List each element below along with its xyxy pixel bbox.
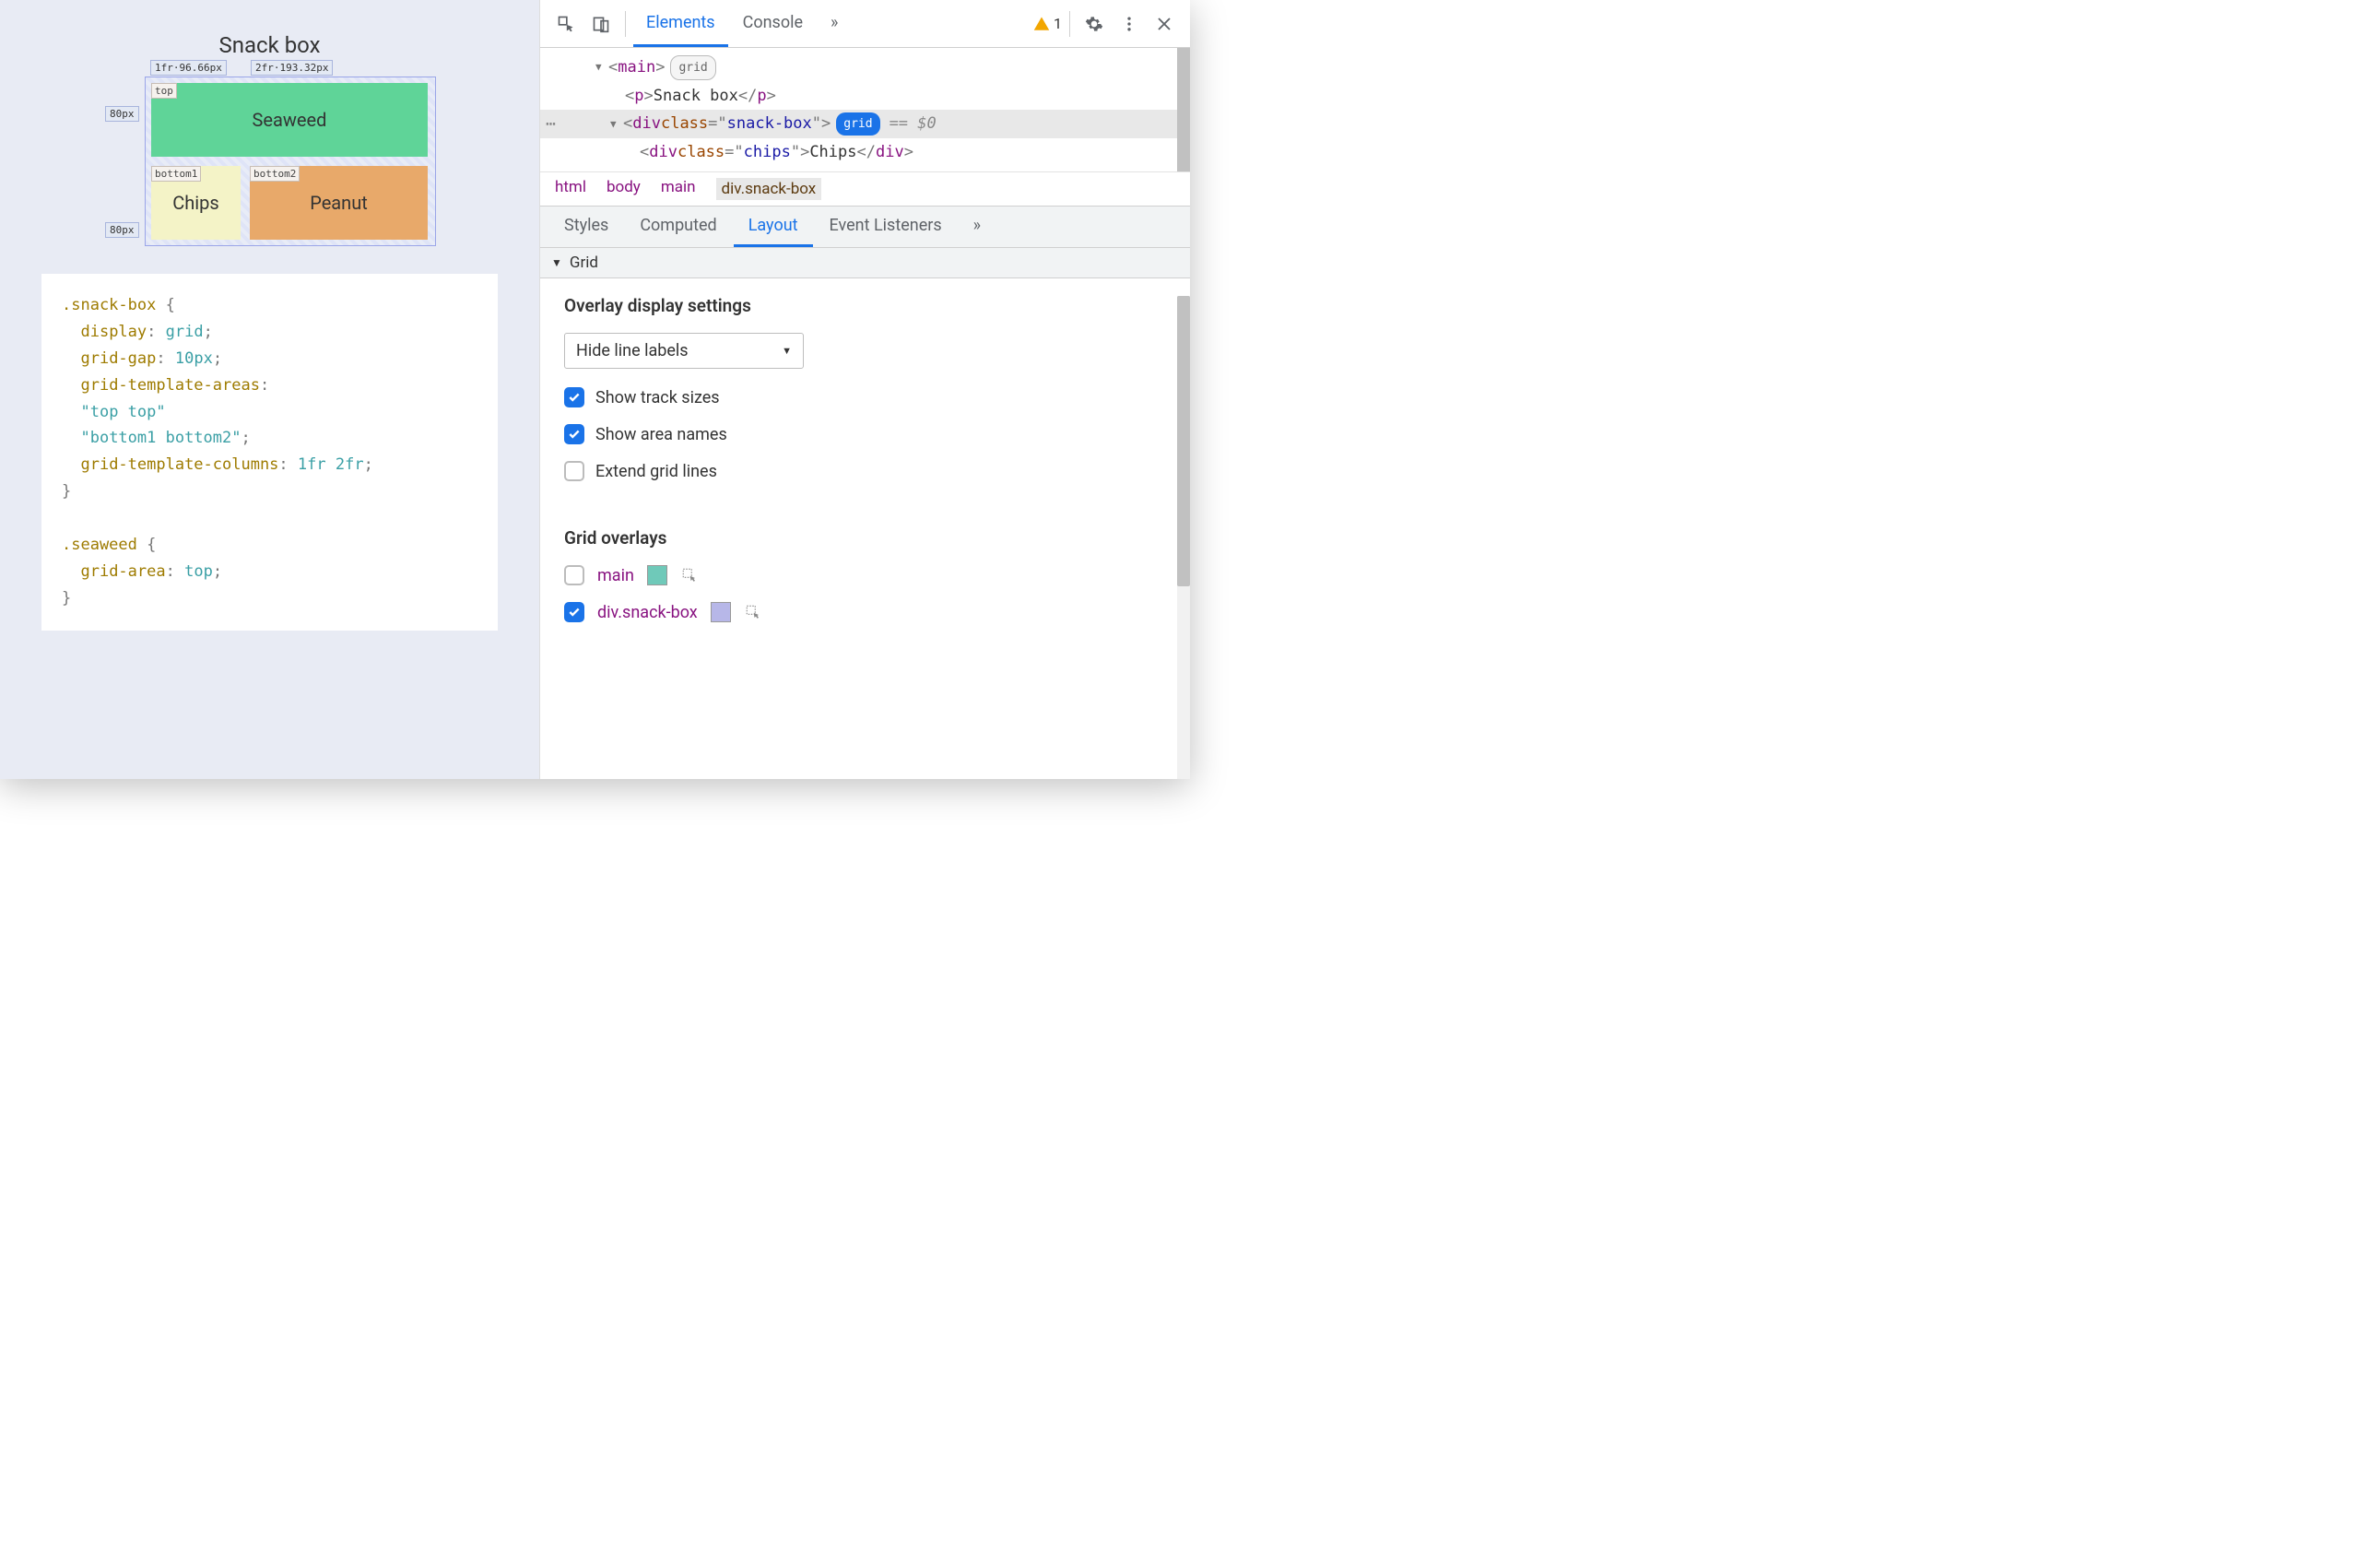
overlay-settings: Overlay display settings Hide line label… (540, 278, 1190, 514)
dom-node-main[interactable]: ▼<main> grid (540, 53, 1190, 82)
col-track-label-2: 2fr·193.32px (251, 60, 333, 76)
subtab-layout[interactable]: Layout (734, 207, 813, 247)
grid-badge[interactable]: grid (670, 55, 715, 80)
subtab-styles[interactable]: Styles (549, 207, 623, 247)
overlay-row-main: main (564, 565, 1166, 585)
highlight-element-icon[interactable] (680, 566, 699, 584)
layout-panel: ▼ Grid Overlay display settings Hide lin… (540, 248, 1190, 779)
grid-preview: Snack box 80px 80px 1fr·96.66px 2fr·193.… (41, 32, 498, 246)
option-track-sizes: Show track sizes (564, 387, 1166, 407)
snack-box-grid: top Seaweed bottom1 Chips bottom2 Peanut (145, 77, 436, 246)
css-code-block: .snack-box { display: grid; grid-gap: 10… (41, 274, 498, 631)
row-track-label-1: 80px (105, 106, 139, 122)
crumb-html[interactable]: html (555, 178, 586, 200)
dom-selected-suffix: == $0 (890, 110, 937, 138)
crumb-main[interactable]: main (661, 178, 696, 200)
col-track-label-1: 1fr·96.66px (150, 60, 227, 76)
option-extend-lines-label: Extend grid lines (595, 462, 717, 481)
dom-tree[interactable]: ▼<main> grid <p>Snack box</p> ⋯ ▼<div cl… (540, 48, 1190, 171)
color-swatch-snack-box[interactable] (711, 602, 731, 622)
devtools-pane: Elements Console » 1 ▼<main> grid <p>Sna… (539, 0, 1190, 779)
subtab-computed[interactable]: Computed (625, 207, 731, 247)
breadcrumb-trail: html body main div.snack-box (540, 171, 1190, 206)
dom-node-actions-icon[interactable]: ⋯ (546, 110, 556, 139)
grid-gap-row (151, 157, 428, 166)
divider (1069, 11, 1070, 37)
dropdown-value: Hide line labels (576, 341, 689, 360)
chips-cell: bottom1 Chips (151, 166, 241, 240)
area-label-top: top (151, 83, 177, 99)
overlay-row-snack-box: div.snack-box (564, 602, 1166, 622)
grid-section-header[interactable]: ▼ Grid (540, 248, 1190, 278)
dom-scrollbar[interactable] (1177, 48, 1190, 171)
crumb-div-snack-box[interactable]: div.snack-box (716, 178, 822, 200)
dom-tree-area: ▼<main> grid <p>Snack box</p> ⋯ ▼<div cl… (540, 48, 1190, 171)
option-area-names: Show area names (564, 424, 1166, 444)
settings-icon[interactable] (1078, 7, 1111, 41)
chevron-down-icon: ▼ (551, 256, 562, 269)
seaweed-text: Seaweed (253, 109, 327, 131)
dom-node-chips[interactable]: <div class="chips">Chips</div> (540, 138, 1190, 167)
dom-node-p[interactable]: <p>Snack box</p> (540, 82, 1190, 111)
seaweed-cell: top Seaweed (151, 83, 428, 157)
warnings-count: 1 (1054, 15, 1062, 32)
tab-console[interactable]: Console (730, 0, 816, 47)
checkbox-overlay-snack-box[interactable] (564, 602, 584, 622)
grid-badge-active[interactable]: grid (836, 112, 879, 136)
tab-elements[interactable]: Elements (633, 0, 728, 47)
preview-title: Snack box (218, 32, 320, 58)
subtab-event-listeners[interactable]: Event Listeners (815, 207, 957, 247)
highlight-element-icon[interactable] (744, 603, 762, 621)
subtab-more[interactable]: » (959, 207, 996, 247)
color-swatch-main[interactable] (647, 565, 667, 585)
peanut-cell: bottom2 Peanut (250, 166, 428, 240)
inspect-icon[interactable] (549, 7, 583, 41)
grid-overlays-title: Grid overlays (564, 527, 1166, 549)
chevron-down-icon: ▼ (782, 345, 792, 357)
area-label-bottom1: bottom1 (151, 166, 201, 182)
grid-section-title: Grid (570, 254, 598, 272)
option-area-names-label: Show area names (595, 425, 727, 444)
close-icon[interactable] (1148, 7, 1181, 41)
layout-scrollbar[interactable] (1177, 296, 1190, 779)
checkbox-track-sizes[interactable] (564, 387, 584, 407)
checkbox-area-names[interactable] (564, 424, 584, 444)
styles-subtabs: Styles Computed Layout Event Listeners » (540, 206, 1190, 248)
divider (625, 11, 626, 37)
peanut-text: Peanut (310, 192, 368, 214)
overlay-name-main[interactable]: main (597, 566, 634, 585)
area-label-bottom2: bottom2 (250, 166, 300, 182)
devtools-toolbar: Elements Console » 1 (540, 0, 1190, 48)
grid-wrapper: 80px 80px 1fr·96.66px 2fr·193.32px top S… (103, 77, 436, 246)
overlay-name-snack-box[interactable]: div.snack-box (597, 603, 698, 622)
checkbox-extend-lines[interactable] (564, 461, 584, 481)
dom-node-snack-box[interactable]: ▼<div class="snack-box"> grid == $0 (540, 110, 1190, 138)
device-toggle-icon[interactable] (584, 7, 618, 41)
kebab-menu-icon[interactable] (1113, 7, 1146, 41)
overlay-settings-title: Overlay display settings (564, 295, 1166, 316)
warnings-badge[interactable]: 1 (1033, 15, 1062, 32)
page-preview-pane: Snack box 80px 80px 1fr·96.66px 2fr·193.… (0, 0, 539, 779)
tab-more[interactable]: » (818, 0, 851, 47)
option-track-sizes-label: Show track sizes (595, 388, 720, 407)
checkbox-overlay-main[interactable] (564, 565, 584, 585)
grid-overlays: Grid overlays main div.snack-box (540, 514, 1190, 663)
row-track-label-2: 80px (105, 222, 139, 238)
crumb-body[interactable]: body (607, 178, 641, 200)
option-extend-lines: Extend grid lines (564, 461, 1166, 481)
chips-text: Chips (172, 192, 218, 214)
line-labels-dropdown[interactable]: Hide line labels ▼ (564, 333, 804, 369)
